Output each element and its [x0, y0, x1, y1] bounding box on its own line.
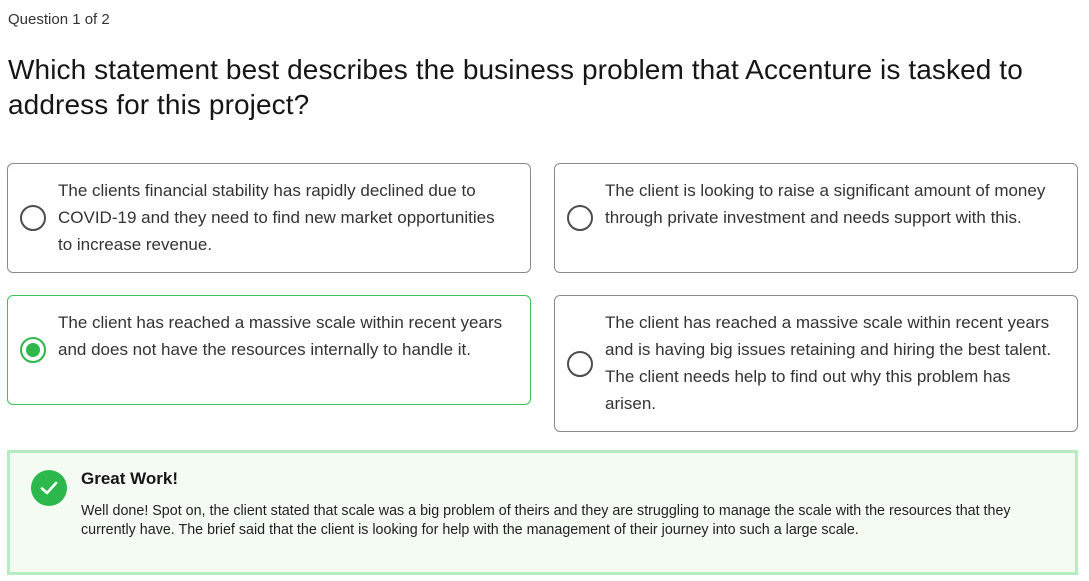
- answer-option-text: The client is looking to raise a signifi…: [605, 181, 1046, 227]
- answer-option-text: The clients financial stability has rapi…: [58, 181, 495, 254]
- radio-button[interactable]: [567, 205, 593, 231]
- question-title: Which statement best describes the busin…: [8, 54, 1023, 120]
- radio-button[interactable]: [20, 205, 46, 231]
- feedback-message: Well done! Spot on, the client stated th…: [81, 503, 1011, 538]
- question-counter: Question 1 of 2: [8, 11, 110, 28]
- answer-option-3[interactable]: The client has reached a massive scale w…: [7, 295, 531, 405]
- answer-option-text: The client has reached a massive scale w…: [58, 313, 503, 359]
- check-circle-icon: [31, 470, 67, 506]
- answer-option-text: The client has reached a massive scale w…: [605, 313, 1052, 413]
- radio-button-selected[interactable]: [20, 337, 46, 363]
- feedback-title: Great Work!: [81, 469, 178, 488]
- answer-option-4[interactable]: The client has reached a massive scale w…: [554, 295, 1078, 432]
- feedback-panel: Great Work! Well done! Spot on, the clie…: [7, 450, 1078, 575]
- answer-option-1[interactable]: The clients financial stability has rapi…: [7, 163, 531, 273]
- answer-option-2[interactable]: The client is looking to raise a signifi…: [554, 163, 1078, 273]
- radio-button[interactable]: [567, 350, 593, 377]
